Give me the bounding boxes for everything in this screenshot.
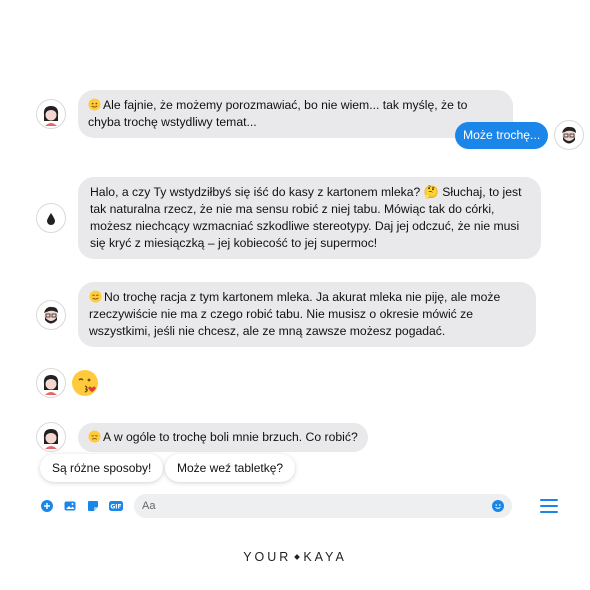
message-text: Halo, a czy Ty wstydziłbyś się iść do ka… <box>90 185 522 250</box>
girl-avatar[interactable] <box>36 422 66 452</box>
brand-logo: YOUR KAYA <box>0 550 590 564</box>
message-row-girl-3: A w ogóle to trochę boli mnie brzuch. Co… <box>36 422 368 452</box>
message-bubble: Halo, a czy Ty wstydziłbyś się iść do ka… <box>78 177 541 259</box>
message-row-me: Może trochę... <box>455 120 585 150</box>
emoji-icon[interactable] <box>492 500 504 512</box>
sad-emoji-icon <box>88 429 101 443</box>
message-bubble: No trochę racja z tym kartonem mleka. Ja… <box>78 282 536 347</box>
gif-icon[interactable]: GIF <box>109 500 123 512</box>
smile-emoji-icon <box>89 290 102 303</box>
girl-avatar[interactable] <box>36 368 66 398</box>
brand-right-text: KAYA <box>303 550 347 564</box>
image-icon[interactable] <box>64 500 76 512</box>
diamond-icon <box>294 554 301 560</box>
girl-avatar[interactable] <box>36 99 66 129</box>
man-avatar[interactable] <box>554 120 585 150</box>
message-row-girl-1: Ale fajnie, że możemy porozmawiać, bo ni… <box>36 90 513 138</box>
message-bubble: Ale fajnie, że możemy porozmawiać, bo ni… <box>78 90 513 138</box>
quick-reply-button[interactable]: Może weź tabletkę? <box>165 454 296 482</box>
kaya-drop-avatar[interactable] <box>36 203 66 233</box>
menu-icon[interactable] <box>540 498 558 514</box>
message-text: Może trochę... <box>463 127 541 142</box>
message-input-placeholder: Aa <box>142 500 156 512</box>
svg-text:GIF: GIF <box>110 504 121 511</box>
sticker-icon[interactable] <box>87 500 99 512</box>
message-row-kaya: Halo, a czy Ty wstydziłbyś się iść do ka… <box>36 177 541 259</box>
my-message-bubble: Może trochę... <box>455 121 549 149</box>
kiss-emoji-icon <box>72 370 98 396</box>
smile-emoji-icon <box>88 98 101 111</box>
message-bubble: A w ogóle to trochę boli mnie brzuch. Co… <box>78 422 368 452</box>
brand-left-text: YOUR <box>243 550 292 564</box>
message-row-man: No trochę racja z tym kartonem mleka. Ja… <box>36 282 536 347</box>
message-text: A w ogóle to trochę boli mnie brzuch. Co… <box>103 429 358 444</box>
message-composer: GIF Aa <box>38 494 558 518</box>
plus-icon[interactable] <box>41 500 53 512</box>
message-input[interactable]: Aa <box>134 494 512 518</box>
message-row-girl-2 <box>36 368 100 398</box>
man-avatar[interactable] <box>36 299 66 330</box>
message-text: No trochę racja z tym kartonem mleka. Ja… <box>89 290 501 338</box>
quick-reply-button[interactable]: Są różne sposoby! <box>40 454 164 482</box>
message-text: Ale fajnie, że możemy porozmawiać, bo ni… <box>88 98 468 129</box>
